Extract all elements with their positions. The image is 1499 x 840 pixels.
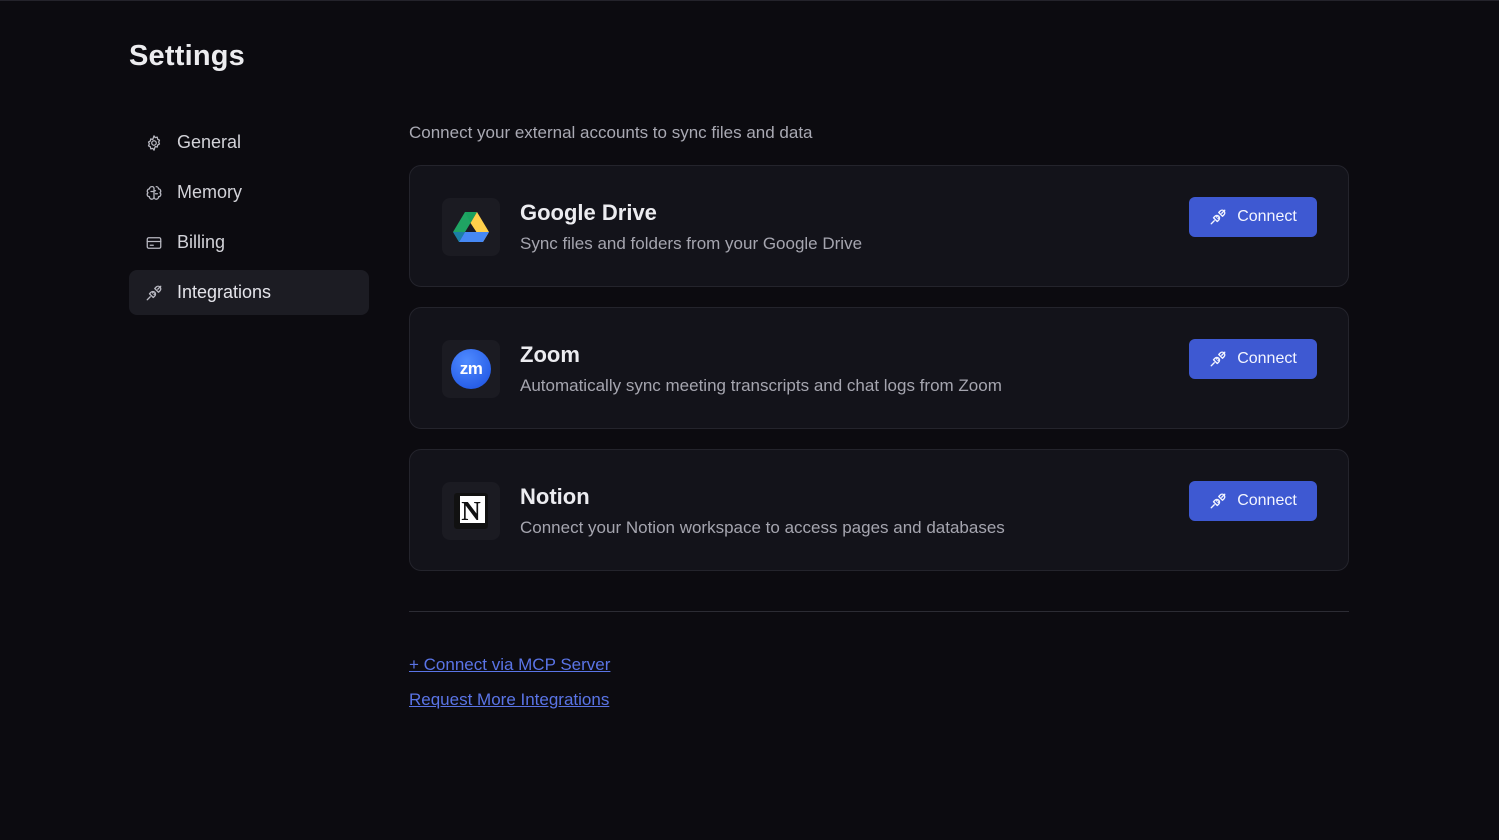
- sidebar-item-label: General: [177, 132, 242, 152]
- integration-card-zoom: zm Zoom Automatically sync meeting trans…: [409, 307, 1349, 429]
- connect-button-label: Connect: [1237, 208, 1297, 225]
- plug-icon: [1209, 208, 1227, 226]
- credit-card-icon: [145, 234, 163, 252]
- integration-card-google-drive: Google Drive Sync files and folders from…: [409, 165, 1349, 287]
- sidebar-item-label: Integrations: [177, 282, 272, 302]
- zoom-logo: zm: [442, 340, 500, 398]
- top-divider: [0, 0, 1499, 1]
- sidebar-item-general[interactable]: General: [129, 120, 369, 165]
- sidebar-item-label: Memory: [177, 182, 243, 202]
- zoom-logo-mark: zm: [451, 349, 491, 389]
- integration-card-notion: N Notion Connect your Notion workspace t…: [409, 449, 1349, 571]
- integration-name: Zoom: [520, 342, 580, 367]
- plug-icon: [1209, 492, 1227, 510]
- integrations-intro: Connect your external accounts to sync f…: [409, 123, 813, 142]
- integration-name: Google Drive: [520, 200, 657, 225]
- connect-notion-button[interactable]: Connect: [1189, 481, 1317, 521]
- gear-icon: [145, 134, 163, 152]
- brain-icon: [145, 184, 163, 202]
- connect-mcp-server-link[interactable]: + Connect via MCP Server: [409, 655, 610, 675]
- request-more-integrations-link[interactable]: Request More Integrations: [409, 690, 609, 710]
- plug-icon: [145, 284, 163, 302]
- sidebar-item-integrations[interactable]: Integrations: [129, 270, 369, 315]
- notion-logo-mark: N: [454, 493, 488, 529]
- connect-button-label: Connect: [1237, 492, 1297, 509]
- sidebar-item-label: Billing: [177, 232, 226, 252]
- integration-description: Automatically sync meeting transcripts a…: [520, 376, 1002, 395]
- sidebar-item-memory[interactable]: Memory: [129, 170, 369, 215]
- integration-name: Notion: [520, 484, 590, 509]
- plug-icon: [1209, 350, 1227, 368]
- section-divider: [409, 611, 1349, 612]
- connect-button-label: Connect: [1237, 350, 1297, 367]
- notion-logo: N: [442, 482, 500, 540]
- page-title: Settings: [129, 40, 245, 72]
- integrations-panel: Connect your external accounts to sync f…: [409, 120, 1349, 709]
- integration-description: Connect your Notion workspace to access …: [520, 518, 1005, 537]
- integration-description: Sync files and folders from your Google …: [520, 234, 863, 253]
- connect-google-drive-button[interactable]: Connect: [1189, 197, 1317, 237]
- sidebar-item-billing[interactable]: Billing: [129, 220, 369, 265]
- settings-sidebar: General Memory Billing Integrations: [129, 120, 369, 320]
- connect-zoom-button[interactable]: Connect: [1189, 339, 1317, 379]
- google-drive-logo: [442, 198, 500, 256]
